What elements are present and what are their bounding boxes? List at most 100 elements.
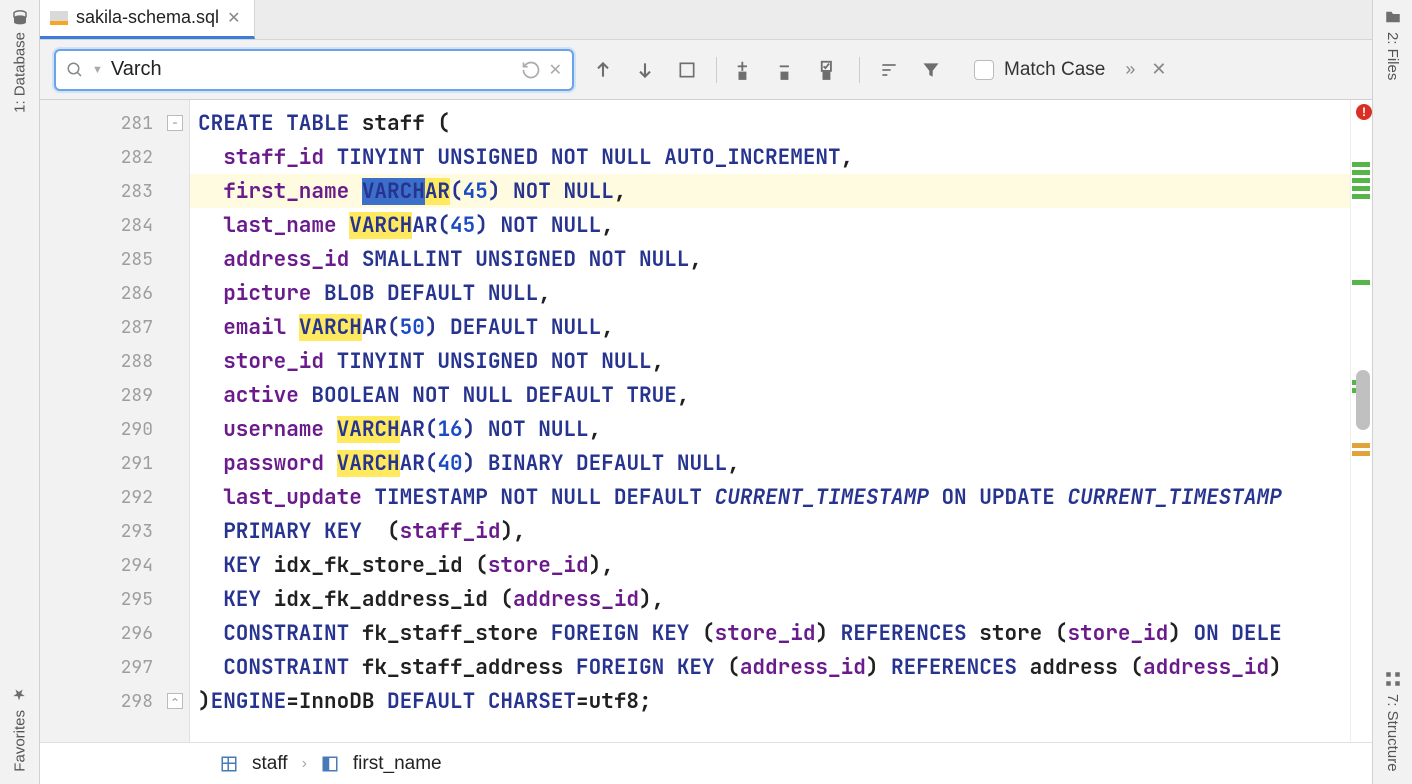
tab-filename: sakila-schema.sql (76, 7, 219, 28)
breadcrumb: staff › first_name (40, 742, 1372, 784)
search-history-icon[interactable] (521, 60, 541, 80)
left-tool-rail: 1: Database Favorites ★ (0, 0, 40, 784)
match-case-checkbox[interactable] (974, 60, 994, 80)
line-number: 282 (40, 140, 189, 174)
breadcrumb-table[interactable]: staff (252, 753, 288, 775)
sql-file-icon (50, 11, 68, 25)
tab-close-icon[interactable]: ✕ (227, 8, 240, 28)
ruler-match-marker[interactable] (1352, 280, 1370, 285)
code-line[interactable]: active BOOLEAN NOT NULL DEFAULT TRUE, (190, 378, 1350, 412)
line-number: 293 (40, 514, 189, 548)
file-tab[interactable]: sakila-schema.sql ✕ (40, 0, 255, 39)
line-number: 296 (40, 616, 189, 650)
code-line[interactable]: CREATE TABLE staff ( (190, 106, 1350, 140)
ruler-match-marker[interactable] (1352, 178, 1370, 183)
line-number: 294 (40, 548, 189, 582)
line-number: 283 (40, 174, 189, 208)
line-number: 281− (40, 106, 189, 140)
select-all-button[interactable] (668, 51, 706, 89)
code-line[interactable]: PRIMARY KEY (staff_id), (190, 514, 1350, 548)
ruler-warning-marker[interactable] (1352, 451, 1370, 456)
code-line[interactable]: address_id SMALLINT UNSIGNED NOT NULL, (190, 242, 1350, 276)
line-gutter: 281−282283284285286287288289290291292293… (40, 100, 190, 742)
remove-selection-button[interactable]: ‖‖ (769, 51, 807, 89)
structure-tool-button[interactable]: 7: Structure (1384, 670, 1402, 772)
breadcrumb-separator-icon: › (302, 755, 307, 773)
select-all-occurrences-button[interactable]: ‖‖ (811, 51, 849, 89)
next-match-button[interactable] (626, 51, 664, 89)
fold-collapse-icon[interactable]: − (167, 115, 183, 131)
toolbar-separator (716, 57, 717, 83)
error-indicator-icon[interactable]: ! (1356, 104, 1372, 120)
more-options-icon[interactable]: » (1125, 59, 1135, 80)
line-number: 295 (40, 582, 189, 616)
code-line[interactable]: KEY idx_fk_address_id (address_id), (190, 582, 1350, 616)
files-tool-label: 2: Files (1384, 32, 1401, 80)
code-editor[interactable]: CREATE TABLE staff ( staff_id TINYINT UN… (190, 100, 1350, 742)
code-line[interactable]: password VARCHAR(40) BINARY DEFAULT NULL… (190, 446, 1350, 480)
search-input[interactable] (111, 58, 513, 81)
star-icon: ★ (11, 686, 29, 704)
code-line[interactable]: KEY idx_fk_store_id (store_id), (190, 548, 1350, 582)
svg-text:‖‖: ‖‖ (739, 71, 747, 81)
table-icon (220, 755, 238, 773)
tab-strip: sakila-schema.sql ✕ (40, 0, 1372, 40)
database-tool-label: 1: Database (11, 32, 28, 113)
ruler-match-marker[interactable] (1352, 170, 1370, 175)
code-line[interactable]: email VARCHAR(50) DEFAULT NULL, (190, 310, 1350, 344)
files-tool-button[interactable]: 2: Files (1384, 8, 1402, 80)
code-line[interactable]: CONSTRAINT fk_staff_store FOREIGN KEY (s… (190, 616, 1350, 650)
match-case-option[interactable]: Match Case (974, 59, 1105, 81)
line-number: 285 (40, 242, 189, 276)
code-line[interactable]: username VARCHAR(16) NOT NULL, (190, 412, 1350, 446)
ruler-match-marker[interactable] (1352, 194, 1370, 199)
code-line[interactable]: first_name VARCHAR(45) NOT NULL, (190, 174, 1350, 208)
match-case-label: Match Case (1004, 59, 1105, 81)
add-selection-button[interactable]: ‖‖ (727, 51, 765, 89)
prev-match-button[interactable] (584, 51, 622, 89)
line-number: 291 (40, 446, 189, 480)
line-number: 290 (40, 412, 189, 446)
line-number: 298⌃ (40, 684, 189, 718)
line-number: 297 (40, 650, 189, 684)
line-number: 288 (40, 344, 189, 378)
close-findbar-icon[interactable]: ✕ (1151, 59, 1166, 80)
ruler-warning-marker[interactable] (1352, 443, 1370, 448)
editor-area: 281−282283284285286287288289290291292293… (40, 100, 1372, 742)
right-tool-rail: 2: Files 7: Structure (1372, 0, 1412, 784)
line-number: 289 (40, 378, 189, 412)
structure-icon (1384, 670, 1402, 688)
ruler-match-marker[interactable] (1352, 186, 1370, 191)
code-line[interactable]: store_id TINYINT UNSIGNED NOT NULL, (190, 344, 1350, 378)
code-line[interactable]: staff_id TINYINT UNSIGNED NOT NULL AUTO_… (190, 140, 1350, 174)
filter-button[interactable] (912, 51, 950, 89)
clear-search-icon[interactable]: ✕ (549, 60, 562, 80)
scrollbar-thumb[interactable] (1356, 370, 1370, 430)
line-number: 284 (40, 208, 189, 242)
database-icon (11, 8, 29, 26)
code-line[interactable]: CONSTRAINT fk_staff_address FOREIGN KEY … (190, 650, 1350, 684)
overview-ruler[interactable]: ! (1350, 100, 1372, 742)
editor-main: sakila-schema.sql ✕ ▼ ✕ ‖‖ ‖‖ ‖‖ (40, 0, 1372, 784)
code-line[interactable]: picture BLOB DEFAULT NULL, (190, 276, 1350, 310)
svg-text:‖‖: ‖‖ (781, 71, 789, 81)
search-field-wrap: ▼ ✕ (54, 49, 574, 91)
find-toolbar: ‖‖ ‖‖ ‖‖ (584, 51, 950, 89)
svg-text:‖‖: ‖‖ (823, 71, 831, 81)
search-icon (66, 61, 84, 79)
find-bar: ▼ ✕ ‖‖ ‖‖ ‖‖ Match Case » ✕ (40, 40, 1372, 100)
structure-tool-label: 7: Structure (1384, 694, 1401, 772)
favorites-tool-button[interactable]: Favorites ★ (11, 686, 29, 772)
database-tool-button[interactable]: 1: Database (11, 8, 29, 113)
toggle-filter-button[interactable] (870, 51, 908, 89)
line-number: 292 (40, 480, 189, 514)
code-line[interactable]: )ENGINE=InnoDB DEFAULT CHARSET=utf8; (190, 684, 1350, 718)
ruler-match-marker[interactable] (1352, 162, 1370, 167)
line-number: 287 (40, 310, 189, 344)
fold-end-icon[interactable]: ⌃ (167, 693, 183, 709)
search-mode-chevron-icon[interactable]: ▼ (92, 64, 103, 76)
favorites-tool-label: Favorites (11, 710, 28, 772)
breadcrumb-column[interactable]: first_name (353, 753, 442, 775)
code-line[interactable]: last_name VARCHAR(45) NOT NULL, (190, 208, 1350, 242)
code-line[interactable]: last_update TIMESTAMP NOT NULL DEFAULT C… (190, 480, 1350, 514)
